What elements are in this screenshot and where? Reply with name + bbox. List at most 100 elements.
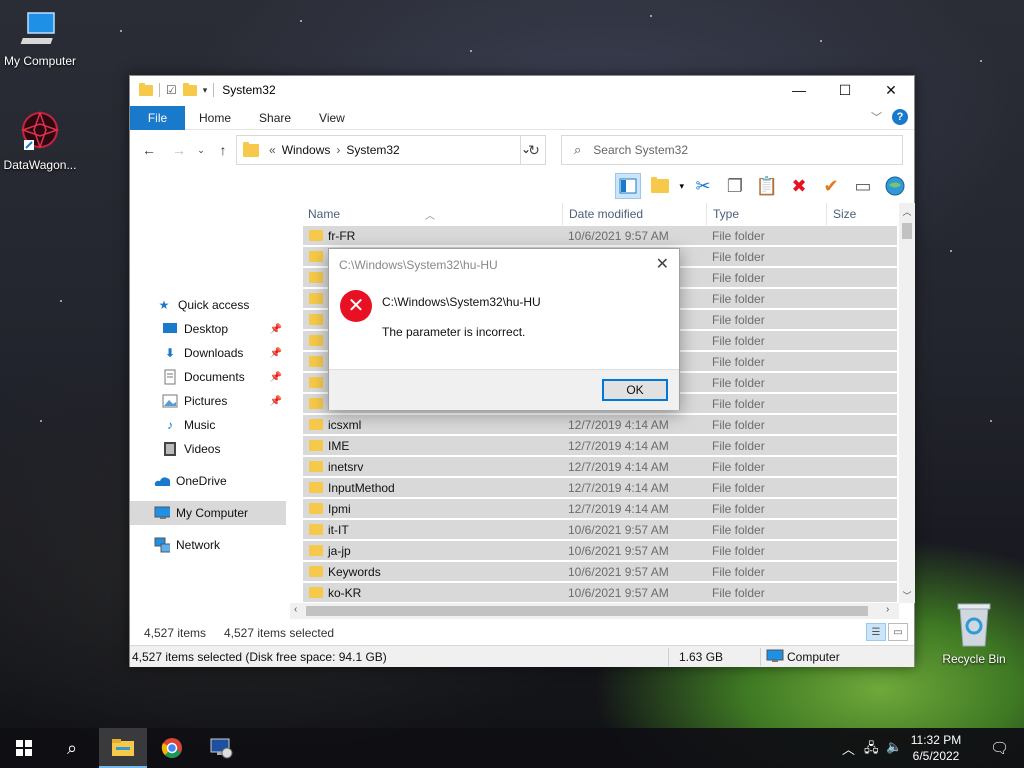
close-icon[interactable]: ✕ <box>656 254 669 274</box>
file-name: icsxml <box>328 418 362 432</box>
globe-icon[interactable] <box>882 173 908 199</box>
table-row[interactable]: fr-FR 10/6/2021 9:57 AM File folder <box>303 226 897 246</box>
pin-icon[interactable]: 📌 <box>270 396 282 407</box>
tab-share[interactable]: Share <box>245 106 305 130</box>
dialog-path: C:\Windows\System32\hu-HU <box>382 295 541 309</box>
date-modified: 10/6/2021 9:57 AM <box>568 544 669 558</box>
file-explorer-icon[interactable] <box>99 728 147 768</box>
computer-icon <box>766 649 784 666</box>
paste-icon[interactable]: 📋 <box>754 173 780 199</box>
table-row[interactable]: icsxml 12/7/2019 4:14 AM File folder <box>303 415 897 435</box>
desktop-icon-datawagon[interactable]: DataWagon... <box>0 108 80 172</box>
network-status-icon[interactable]: 🖧 <box>864 739 879 761</box>
ok-button[interactable]: OK <box>602 379 668 401</box>
scroll-left-icon[interactable]: ‹ <box>294 604 297 615</box>
date-modified: 12/7/2019 4:14 AM <box>568 481 669 495</box>
pin-icon[interactable]: 📌 <box>270 372 282 383</box>
cut-icon[interactable]: ✂ <box>690 173 716 199</box>
sidebar-item-quick-access[interactable]: ★ Quick access <box>130 293 286 317</box>
horizontal-scrollbar[interactable]: ‹ › <box>290 603 899 619</box>
desktop-icon-recycle-bin[interactable]: Recycle Bin <box>934 600 1014 666</box>
folder-icon <box>243 141 259 157</box>
breadcrumb-system32[interactable]: System32 <box>346 143 399 157</box>
remote-desktop-icon[interactable] <box>197 728 245 768</box>
preview-pane-icon[interactable] <box>615 173 642 199</box>
help-icon[interactable]: ? <box>892 109 908 125</box>
start-button[interactable] <box>0 728 48 768</box>
scroll-down-icon[interactable]: ﹀ <box>899 589 915 602</box>
table-row[interactable]: inetsrv 12/7/2019 4:14 AM File folder <box>303 457 897 477</box>
column-header-name[interactable]: Name <box>308 207 340 221</box>
sidebar-item-music[interactable]: ♪ Music <box>130 413 286 437</box>
show-hidden-icons-icon[interactable]: ︿ <box>842 739 855 758</box>
expand-ribbon-icon[interactable]: ﹀ <box>871 109 882 125</box>
table-row[interactable]: IME 12/7/2019 4:14 AM File folder <box>303 436 897 456</box>
back-icon[interactable]: ← <box>140 141 158 159</box>
maximize-button[interactable]: ☐ <box>822 76 868 104</box>
customize-dropdown-icon[interactable]: ▾ <box>203 85 208 96</box>
new-folder-icon[interactable] <box>182 82 197 96</box>
file-name: Keywords <box>328 565 381 579</box>
properties-icon[interactable]: ▭ <box>850 173 876 199</box>
table-row[interactable]: ja-jp 10/6/2021 9:57 AM File folder <box>303 541 897 561</box>
sidebar-item-documents[interactable]: Documents 📌 <box>130 365 286 389</box>
sidebar-item-onedrive[interactable]: OneDrive <box>130 469 286 493</box>
column-divider[interactable] <box>562 203 563 225</box>
table-row[interactable]: it-IT 10/6/2021 9:57 AM File folder <box>303 520 897 540</box>
details-view-icon[interactable]: ☰ <box>866 623 886 641</box>
rename-check-icon[interactable]: ✔ <box>818 173 844 199</box>
column-header-type[interactable]: Type <box>713 207 739 221</box>
delete-icon[interactable]: ✖ <box>786 173 812 199</box>
column-divider[interactable] <box>706 203 707 225</box>
address-bar[interactable]: « Windows › System32 ⌄ <box>236 135 546 165</box>
refresh-button[interactable]: ↻ <box>520 135 547 165</box>
tab-file[interactable]: File <box>130 105 185 130</box>
sidebar-item-label: Documents <box>184 370 245 384</box>
vertical-scrollbar[interactable]: ︿ ﹀ <box>899 203 915 603</box>
search-icon[interactable]: ⌕ <box>48 728 96 768</box>
file-type: File folder <box>712 271 765 285</box>
search-input[interactable]: ⌕ Search System32 <box>561 135 903 165</box>
column-divider[interactable] <box>826 203 827 225</box>
sidebar-item-network[interactable]: Network <box>130 533 286 557</box>
folder-icon <box>139 82 153 96</box>
table-row[interactable]: Ipmi 12/7/2019 4:14 AM File folder <box>303 499 897 519</box>
new-dropdown-icon[interactable]: ▾ <box>679 181 684 192</box>
new-folder-icon[interactable] <box>647 173 673 199</box>
chrome-icon[interactable] <box>148 728 196 768</box>
sidebar-item-my-computer[interactable]: My Computer <box>130 501 286 525</box>
pin-icon[interactable]: 📌 <box>270 324 282 335</box>
close-button[interactable]: ✕ <box>868 76 914 104</box>
forward-icon[interactable]: → <box>170 141 188 159</box>
desktop-icon-my-computer[interactable]: My Computer <box>0 10 80 68</box>
up-icon[interactable]: ↑ <box>214 141 232 159</box>
table-row[interactable]: Keywords 10/6/2021 9:57 AM File folder <box>303 562 897 582</box>
column-header-size[interactable]: Size <box>833 207 856 221</box>
search-placeholder: Search System32 <box>593 143 688 157</box>
sidebar-item-pictures[interactable]: Pictures 📌 <box>130 389 286 413</box>
minimize-button[interactable]: — <box>776 76 822 104</box>
volume-icon[interactable]: 🔈 <box>886 739 902 755</box>
clock[interactable]: 11:32 PM 6/5/2022 <box>906 732 966 764</box>
table-row[interactable]: ko-KR 10/6/2021 9:57 AM File folder <box>303 583 897 603</box>
sidebar-item-downloads[interactable]: ⬇ Downloads 📌 <box>130 341 286 365</box>
file-type: File folder <box>712 565 765 579</box>
column-header-date-modified[interactable]: Date modified <box>569 207 643 221</box>
properties-icon[interactable]: ☑ <box>166 83 177 97</box>
pin-icon[interactable]: 📌 <box>270 348 282 359</box>
recent-locations-icon[interactable]: ⌄ <box>192 141 210 159</box>
copy-icon[interactable]: ❐ <box>722 173 748 199</box>
sidebar-item-videos[interactable]: Videos <box>130 437 286 461</box>
breadcrumb-windows[interactable]: Windows <box>282 143 331 157</box>
scroll-right-icon[interactable]: › <box>886 604 889 615</box>
tab-home[interactable]: Home <box>185 106 245 130</box>
breadcrumb-overflow[interactable]: « <box>269 143 276 157</box>
scroll-up-icon[interactable]: ︿ <box>899 205 915 218</box>
notifications-icon[interactable]: 🗨 <box>990 739 1009 757</box>
large-icons-view-icon[interactable]: ▭ <box>888 623 908 641</box>
tab-view[interactable]: View <box>305 106 359 130</box>
scroll-thumb[interactable] <box>902 223 912 239</box>
sidebar-item-desktop[interactable]: Desktop 📌 <box>130 317 286 341</box>
table-row[interactable]: InputMethod 12/7/2019 4:14 AM File folder <box>303 478 897 498</box>
scroll-thumb[interactable] <box>306 606 868 616</box>
